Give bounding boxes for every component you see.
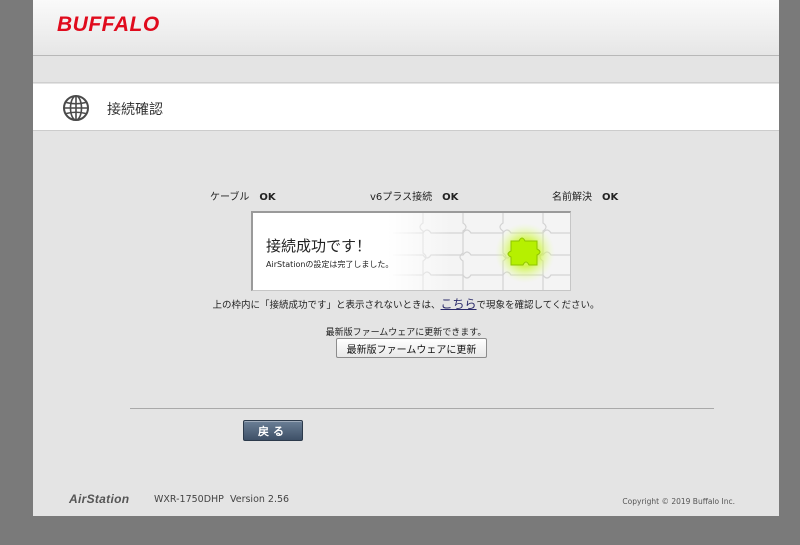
- back-button[interactable]: 戻る: [243, 420, 303, 441]
- status-dns-value: OK: [602, 192, 619, 203]
- firmware-version: Version 2.56: [229, 494, 290, 505]
- copyright: Copyright © 2019 Buffalo Inc.: [622, 497, 735, 506]
- connection-result-box: 接続成功です！ AirStationの設定は完了しました。: [251, 211, 571, 291]
- notice-text-before: 上の枠内に「接続成功です」と表示されないときは、: [212, 300, 441, 311]
- sub-bar: [33, 57, 779, 83]
- router-admin-window: BUFFALO 接続確認 ケーブル OK v6プラス接続 OK 名前解決 OK: [33, 0, 779, 516]
- status-cable: ケーブル OK: [210, 188, 276, 203]
- model-version: WXR-1750DHP Version 2.56: [154, 494, 289, 505]
- status-v6plus-label: v6プラス接続: [370, 192, 433, 203]
- firmware-update-button[interactable]: 最新版ファームウェアに更新: [336, 338, 487, 358]
- result-message: 接続成功です！: [266, 237, 372, 255]
- status-cable-label: ケーブル: [210, 192, 250, 203]
- status-dns-label: 名前解決: [552, 192, 592, 203]
- firmware-update-text: 最新版ファームウェアに更新できます。: [325, 328, 487, 338]
- model-name: WXR-1750DHP: [154, 494, 224, 505]
- header: BUFFALO: [33, 0, 779, 56]
- status-v6plus-value: OK: [442, 192, 459, 203]
- help-notice: 上の枠内に「接続成功です」と表示されないときは、こちらで現象を確認してください。: [33, 295, 779, 312]
- notice-text-after: で現象を確認してください。: [476, 300, 600, 311]
- status-dns: 名前解決 OK: [552, 188, 618, 203]
- status-cable-value: OK: [259, 192, 276, 203]
- buffalo-logo: BUFFALO: [57, 13, 160, 36]
- globe-icon: [63, 95, 89, 121]
- page-title-bar: 接続確認: [33, 84, 779, 131]
- page-title: 接続確認: [107, 102, 163, 118]
- airstation-logo: AirStation: [69, 492, 130, 506]
- status-v6plus: v6プラス接続 OK: [370, 188, 458, 203]
- result-detail: AirStationの設定は完了しました。: [266, 260, 394, 269]
- divider: [130, 408, 714, 409]
- help-link[interactable]: こちら: [441, 297, 477, 311]
